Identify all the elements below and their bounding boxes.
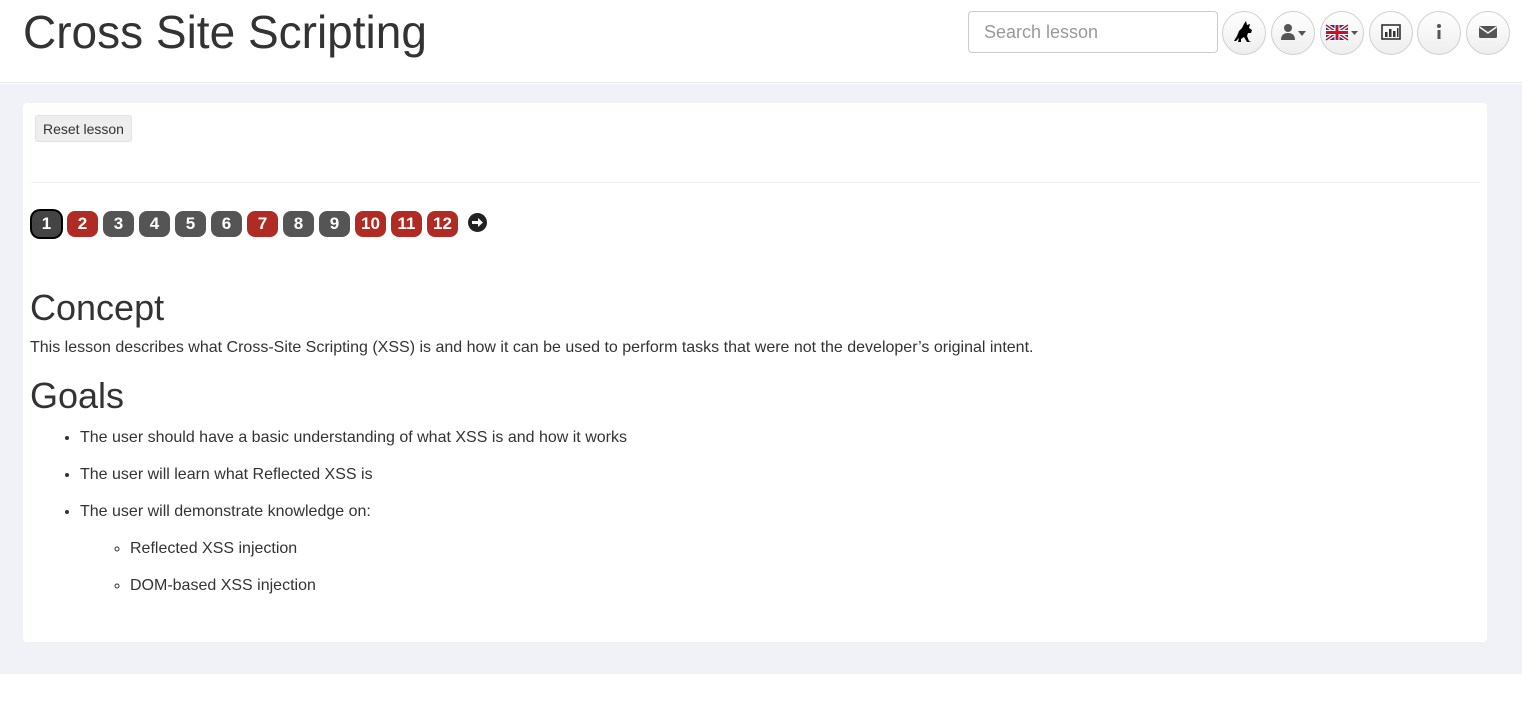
sub-goal-item: DOM-based XSS injection (130, 576, 1470, 596)
lesson-page-navigation: 1 2 3 4 5 6 7 8 9 10 11 12 (31, 209, 487, 239)
page-title: Cross Site Scripting (23, 6, 427, 58)
page-button-11[interactable]: 11 (391, 211, 422, 237)
footer (0, 674, 1522, 708)
page-button-10[interactable]: 10 (355, 211, 386, 237)
page-button-5[interactable]: 5 (175, 211, 206, 237)
info-icon (1434, 23, 1444, 44)
page-button-3[interactable]: 3 (103, 211, 134, 237)
about-button[interactable] (1417, 11, 1461, 55)
goal-item: The user will learn what Reflected XSS i… (80, 465, 1470, 485)
main-area: Reset lesson 1 2 3 4 5 6 7 8 9 10 11 12 … (0, 84, 1522, 674)
reset-lesson-button[interactable]: Reset lesson (35, 115, 132, 142)
arrow-right-circle-icon (472, 217, 483, 227)
envelope-icon (1478, 24, 1498, 43)
goal-item-with-subgoals: The user will demonstrate knowledge on: … (80, 502, 1470, 596)
page-button-4[interactable]: 4 (139, 211, 170, 237)
report-card-button[interactable] (1369, 11, 1413, 55)
goals-list: The user should have a basic understandi… (30, 428, 1470, 596)
top-header: Cross Site Scripting (0, 0, 1522, 83)
goal-item: The user should have a basic understandi… (80, 428, 1470, 448)
page-button-1[interactable]: 1 (32, 211, 61, 237)
concept-heading: Concept (30, 287, 165, 328)
next-page-button[interactable] (468, 212, 487, 232)
user-menu-button[interactable] (1271, 11, 1315, 55)
sub-goal-item: Reflected XSS injection (130, 539, 1470, 559)
page-button-8[interactable]: 8 (283, 211, 314, 237)
language-menu-button[interactable] (1320, 11, 1364, 55)
lesson-content: Concept This lesson describes what Cross… (30, 286, 1470, 613)
page-button-7[interactable]: 7 (247, 211, 278, 237)
concept-paragraph: This lesson describes what Cross-Site Sc… (30, 339, 1034, 356)
page-button-9[interactable]: 9 (319, 211, 350, 237)
page-button-2[interactable]: 2 (67, 211, 98, 237)
search-input[interactable] (968, 11, 1218, 53)
page-button-6[interactable]: 6 (211, 211, 242, 237)
lesson-panel: Reset lesson 1 2 3 4 5 6 7 8 9 10 11 12 … (23, 103, 1487, 642)
divider (31, 182, 1479, 183)
sub-goals-list: Reflected XSS injection DOM-based XSS in… (80, 539, 1470, 596)
uk-flag-icon (1324, 22, 1359, 45)
wolf-home-button[interactable] (1222, 11, 1266, 55)
user-icon (1278, 22, 1308, 45)
wolf-icon (1233, 20, 1255, 47)
contact-button[interactable] (1466, 11, 1510, 55)
goal-item-label: The user will demonstrate knowledge on: (80, 503, 371, 520)
report-card-icon (1380, 23, 1402, 44)
goals-heading: Goals (30, 375, 125, 416)
page-button-12[interactable]: 12 (427, 211, 458, 237)
